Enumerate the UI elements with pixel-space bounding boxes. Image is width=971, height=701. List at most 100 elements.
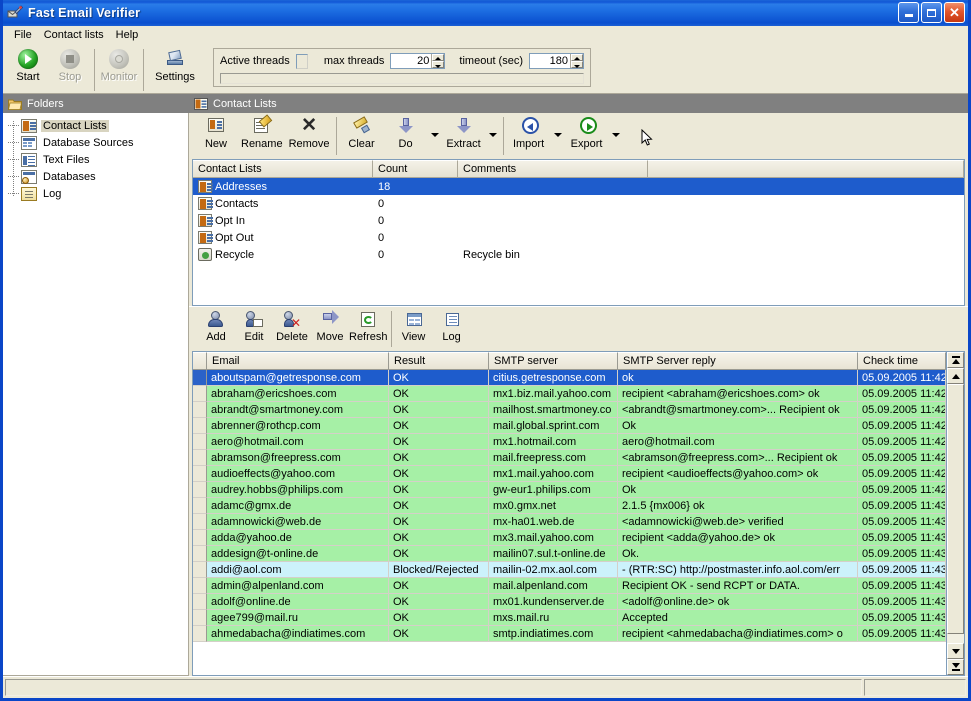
table-row[interactable]: addesign@t-online.deOKmailin07.sul.t-onl…: [193, 546, 946, 562]
row-indicator[interactable]: [193, 466, 207, 482]
row-indicator[interactable]: [193, 610, 207, 626]
table-row[interactable]: aboutspam@getresponse.comOKcitius.getres…: [193, 370, 946, 386]
max-threads-arrows[interactable]: [431, 54, 444, 68]
table-row[interactable]: adamc@gmx.deOKmx0.gmx.net2.1.5 {mx006} o…: [193, 498, 946, 514]
row-indicator[interactable]: [193, 530, 207, 546]
import-button[interactable]: Import: [507, 113, 551, 155]
do-button[interactable]: Do: [384, 113, 428, 155]
row-indicator[interactable]: [193, 514, 207, 530]
move-button[interactable]: Move: [311, 307, 349, 347]
table-row[interactable]: audrey.hobbs@philips.comOKgw-eur1.philip…: [193, 482, 946, 498]
stop-button[interactable]: Stop: [49, 46, 91, 90]
table-row[interactable]: adda@yahoo.deOKmx3.mail.yahoo.comrecipie…: [193, 530, 946, 546]
log-button[interactable]: Log: [433, 307, 471, 347]
scroll-up-button[interactable]: [947, 368, 964, 384]
row-indicator[interactable]: [193, 370, 207, 386]
table-row[interactable]: Opt Out 0: [193, 229, 964, 246]
row-indicator[interactable]: [193, 402, 207, 418]
row-indicator[interactable]: [193, 386, 207, 402]
scroll-top-button[interactable]: [947, 352, 964, 368]
table-row[interactable]: abramson@freepress.comOKmail.freepress.c…: [193, 450, 946, 466]
timeout-input[interactable]: [530, 54, 570, 68]
max-threads-input[interactable]: [391, 54, 431, 68]
row-indicator[interactable]: [193, 450, 207, 466]
column-header-smtp-server[interactable]: SMTP server: [489, 352, 618, 370]
table-row[interactable]: addi@aol.comBlocked/Rejectedmailin-02.mx…: [193, 562, 946, 578]
column-header-count[interactable]: Count: [373, 160, 458, 177]
new-button[interactable]: New: [194, 113, 238, 155]
menu-contact-lists[interactable]: Contact lists: [38, 28, 110, 42]
scrollbar-track[interactable]: [947, 634, 964, 643]
import-dropdown-icon[interactable]: [551, 113, 565, 155]
sidebar-item-log[interactable]: Log: [3, 185, 188, 202]
timeout-down-icon[interactable]: [571, 61, 583, 68]
delete-button[interactable]: ✕ Delete: [273, 307, 311, 347]
extract-button[interactable]: Extract: [442, 113, 486, 155]
maximize-button[interactable]: [921, 2, 942, 23]
export-button[interactable]: Export: [565, 113, 609, 155]
remove-button[interactable]: ✕ Remove: [286, 113, 333, 155]
max-threads-down-icon[interactable]: [432, 61, 444, 68]
menu-file[interactable]: File: [8, 28, 38, 42]
table-row[interactable]: agee799@mail.ruOKmxs.mail.ruAccepted05.0…: [193, 610, 946, 626]
results-vertical-scrollbar[interactable]: [947, 351, 965, 676]
column-header-contact-lists[interactable]: Contact Lists: [193, 160, 373, 177]
table-row[interactable]: abraham@ericshoes.comOKmx1.biz.mail.yaho…: [193, 386, 946, 402]
rename-button[interactable]: Rename: [238, 113, 286, 155]
row-indicator[interactable]: [193, 482, 207, 498]
column-header-email[interactable]: Email: [207, 352, 389, 370]
sidebar-item-contact-lists[interactable]: Contact Lists: [3, 117, 188, 134]
row-indicator[interactable]: [193, 594, 207, 610]
table-row[interactable]: audioeffects@yahoo.comOKmx1.mail.yahoo.c…: [193, 466, 946, 482]
clear-button[interactable]: Clear: [340, 113, 384, 155]
table-row[interactable]: aero@hotmail.comOKmx1.hotmail.comaero@ho…: [193, 434, 946, 450]
add-button[interactable]: Add: [197, 307, 235, 347]
row-indicator[interactable]: [193, 498, 207, 514]
scroll-bottom-button[interactable]: [947, 659, 964, 675]
settings-button[interactable]: Settings: [147, 46, 203, 90]
column-header-comments[interactable]: Comments: [458, 160, 648, 177]
check-time-cell: 05.09.2005 11:43:20: [858, 610, 946, 626]
table-row[interactable]: Addresses 18: [193, 178, 964, 195]
timeout-arrows[interactable]: [570, 54, 583, 68]
extract-dropdown-icon[interactable]: [486, 113, 500, 155]
add-user-icon: [206, 311, 226, 329]
timeout-stepper[interactable]: [529, 53, 584, 69]
close-button[interactable]: ✕: [944, 2, 965, 23]
table-row[interactable]: Recycle 0 Recycle bin: [193, 246, 964, 263]
scroll-down-button[interactable]: [947, 643, 964, 659]
sidebar-item-text-files[interactable]: Text Files: [3, 151, 188, 168]
row-indicator[interactable]: [193, 546, 207, 562]
do-dropdown-icon[interactable]: [428, 113, 442, 155]
column-header-result[interactable]: Result: [389, 352, 489, 370]
max-threads-up-icon[interactable]: [432, 54, 444, 61]
max-threads-stepper[interactable]: [390, 53, 445, 69]
row-indicator[interactable]: [193, 578, 207, 594]
edit-button[interactable]: Edit: [235, 307, 273, 347]
table-row[interactable]: ahmedabacha@indiatimes.comOKsmtp.indiati…: [193, 626, 946, 642]
table-row[interactable]: adolf@online.deOKmx01.kundenserver.de<ad…: [193, 594, 946, 610]
menu-help[interactable]: Help: [110, 28, 145, 42]
refresh-button[interactable]: Refresh: [349, 307, 388, 347]
sidebar-item-databases[interactable]: Databases: [3, 168, 188, 185]
export-dropdown-icon[interactable]: [609, 113, 623, 155]
table-row[interactable]: Opt In 0: [193, 212, 964, 229]
scrollbar-thumb[interactable]: [947, 384, 964, 634]
table-row[interactable]: abrandt@smartmoney.comOKmailhost.smartmo…: [193, 402, 946, 418]
row-indicator[interactable]: [193, 434, 207, 450]
view-button[interactable]: View: [395, 307, 433, 347]
row-indicator[interactable]: [193, 418, 207, 434]
minimize-button[interactable]: [898, 2, 919, 23]
table-row[interactable]: admin@alpenland.comOKmail.alpenland.comR…: [193, 578, 946, 594]
table-row[interactable]: adamnowicki@web.deOKmx-ha01.web.de<adamn…: [193, 514, 946, 530]
table-row[interactable]: abrenner@rothcp.comOKmail.global.sprint.…: [193, 418, 946, 434]
sidebar-item-database-sources[interactable]: Database Sources: [3, 134, 188, 151]
table-row[interactable]: Contacts 0: [193, 195, 964, 212]
row-indicator[interactable]: [193, 562, 207, 578]
monitor-button[interactable]: Monitor: [98, 46, 140, 90]
column-header-check-time[interactable]: Check time: [858, 352, 946, 370]
start-button[interactable]: Start: [7, 46, 49, 90]
row-indicator[interactable]: [193, 626, 207, 642]
timeout-up-icon[interactable]: [571, 54, 583, 61]
column-header-smtp-reply[interactable]: SMTP Server reply: [618, 352, 858, 370]
